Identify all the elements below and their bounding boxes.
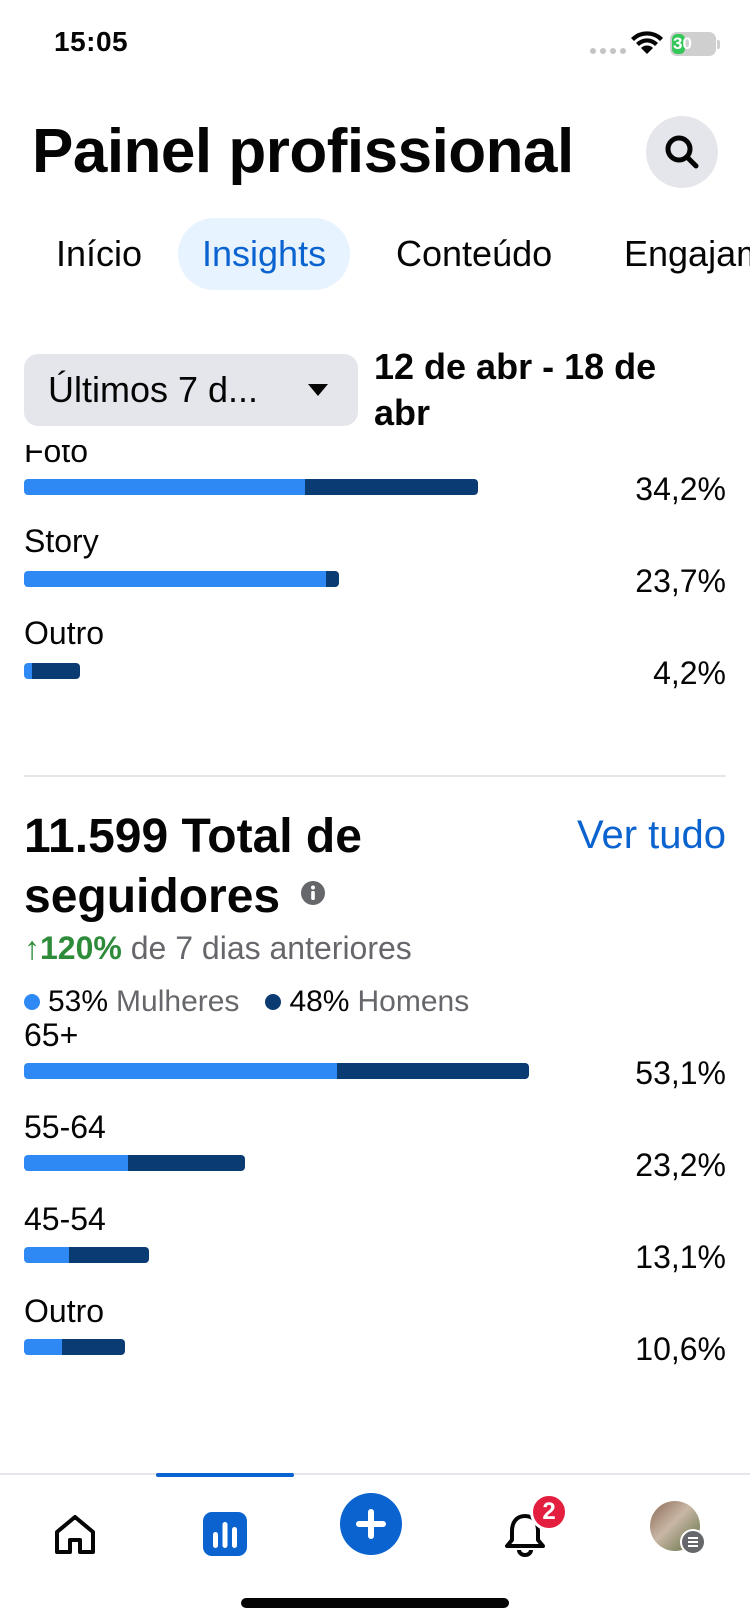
nav-home[interactable] [40, 1499, 110, 1569]
age-bar-45-54 [24, 1247, 149, 1263]
search-button[interactable] [646, 116, 718, 188]
bar-segment-women [24, 1339, 63, 1355]
content-type-bar-story [24, 571, 339, 587]
age-bar-outro [24, 1339, 125, 1355]
legend-name-women: Mulheres [116, 985, 240, 1018]
bar-segment-men [337, 1063, 529, 1079]
followers-growth: ↑120% de 7 dias anteriores [24, 930, 412, 967]
legend-pct-women: 53% [48, 985, 109, 1018]
growth-percentage: ↑120% [24, 930, 122, 966]
bar-segment-women [24, 1155, 128, 1171]
content-type-value-story: 23,7% [635, 563, 726, 599]
status-bar: 15:05 30 [0, 0, 750, 90]
content-type-value-foto: 34,2% [635, 471, 726, 507]
tab-insights[interactable]: Insights [178, 218, 351, 290]
battery-cap [717, 40, 720, 49]
age-value-outro: 10,6% [635, 1331, 726, 1367]
bar-segment-men [69, 1247, 149, 1263]
bar-segment-men [32, 663, 80, 679]
page-title: Painel profissional [32, 117, 574, 186]
bar-segment-women [24, 1247, 69, 1263]
bar-segment-women [24, 663, 33, 679]
bar-segment-men [127, 1155, 245, 1171]
tab-inicio[interactable]: Início [32, 218, 166, 290]
search-icon [665, 135, 699, 169]
caret-down-icon [308, 384, 328, 396]
content-type-label-foto: Foto [24, 445, 89, 469]
age-label-45-54: 45-54 [24, 1201, 106, 1237]
tab-conteudo[interactable]: Conteúdo [372, 218, 576, 290]
date-range-label: Últimos 7 d... [48, 369, 259, 410]
gender-legend: 53% Mulheres 48% Homens [24, 985, 495, 1019]
bar-segment-men [305, 479, 478, 495]
content-type-value-outro: 4,2% [653, 655, 726, 691]
nav-active-indicator [156, 1473, 294, 1477]
bar-segment-men [62, 1339, 125, 1355]
age-value-65plus: 53,1% [635, 1055, 726, 1091]
content-type-label-story: Story [24, 523, 99, 559]
see-all-link[interactable]: Ver tudo [577, 813, 726, 858]
legend-dot-men [265, 994, 282, 1010]
legend-name-men: Homens [357, 985, 470, 1018]
legend-dot-women [24, 994, 40, 1010]
home-indicator [241, 1598, 509, 1608]
legend-pct-men: 48% [289, 985, 350, 1018]
content-type-label-outro: Outro [24, 615, 105, 651]
date-range-dropdown[interactable]: Últimos 7 d... [24, 354, 358, 426]
bar-segment-women [24, 571, 327, 587]
menu-icon [680, 1529, 706, 1555]
tab-bar: Início Insights Conteúdo Engajamento [0, 218, 750, 290]
followers-title-text: 11.599 Total de seguidores [24, 810, 362, 923]
age-label-55-64: 55-64 [24, 1109, 106, 1145]
insights-content[interactable]: Foto 34,2% Story 23,7% Outro 4,2% 11.599… [0, 445, 750, 1473]
bar-segment-women [24, 1063, 338, 1079]
content-type-bar-outro [24, 663, 80, 679]
age-bar-55-64 [24, 1155, 245, 1171]
nav-create[interactable] [340, 1493, 402, 1555]
age-value-55-64: 23,2% [635, 1147, 726, 1183]
date-range-text: 12 de abr - 18 de abr [374, 346, 657, 433]
status-time: 15:05 [54, 26, 129, 57]
legend-item-men: 48% Homens [265, 985, 469, 1019]
growth-caption: de 7 dias anteriores [130, 930, 412, 966]
insights-icon [203, 1512, 247, 1556]
tab-engajamento[interactable]: Engajamento [600, 218, 750, 290]
content-type-bar-foto [24, 479, 478, 495]
age-bar-65plus [24, 1063, 529, 1079]
info-icon[interactable] [301, 881, 326, 906]
legend-item-women: 53% Mulheres [24, 985, 239, 1019]
signal-icon [590, 48, 626, 54]
plus-icon [356, 1509, 386, 1539]
bar-segment-women [24, 479, 306, 495]
notification-badge: 2 [530, 1493, 568, 1531]
age-value-45-54: 13,1% [635, 1239, 726, 1275]
age-label-65plus: 65+ [24, 1017, 79, 1053]
section-divider [24, 775, 726, 777]
wifi-icon [631, 31, 663, 54]
nav-insights[interactable] [190, 1499, 260, 1569]
bar-segment-men [326, 571, 339, 587]
home-icon [55, 1515, 95, 1554]
age-label-outro: Outro [24, 1293, 105, 1329]
followers-title: 11.599 Total de seguidores [24, 807, 484, 927]
battery-icon: 30 [670, 32, 716, 56]
battery-level: 30 [673, 34, 692, 53]
